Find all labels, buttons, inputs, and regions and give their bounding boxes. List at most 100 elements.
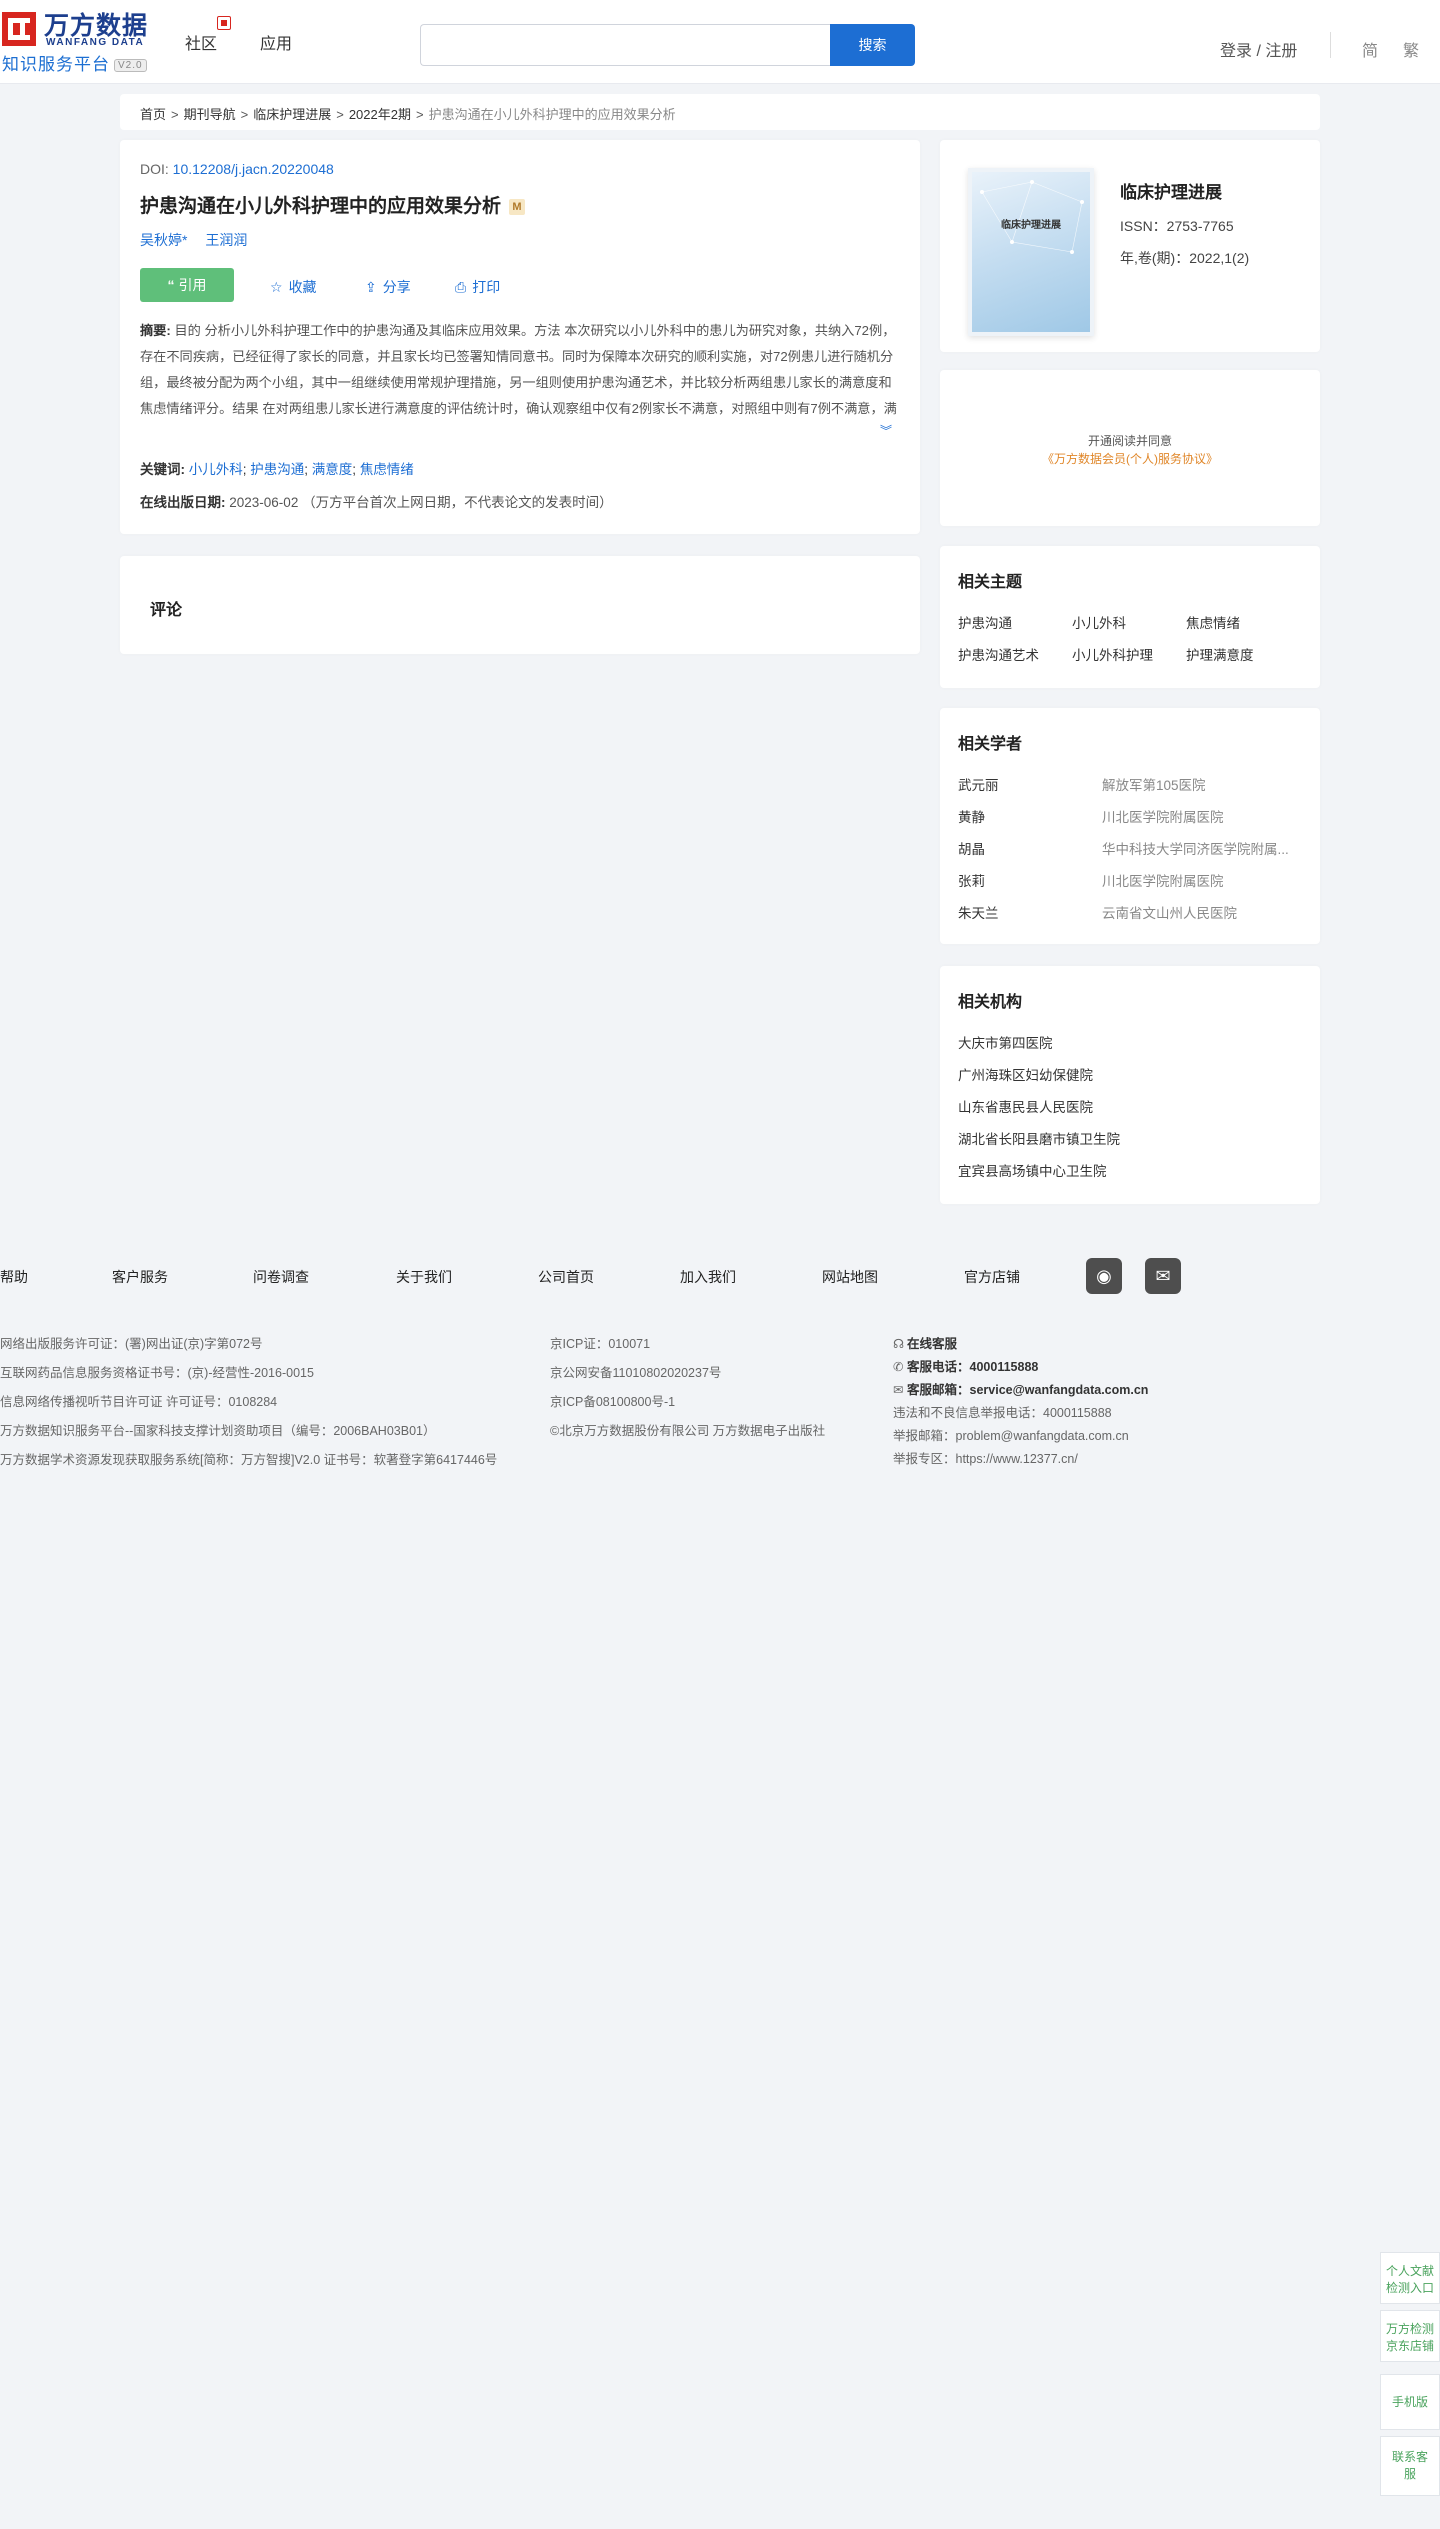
logo-subtitle: 知识服务平台 V2.0 xyxy=(2,50,147,75)
lang-simplified[interactable]: 简 xyxy=(1362,37,1378,61)
login-register-link[interactable]: 登录 / 注册 xyxy=(1220,37,1297,61)
version-badge: V2.0 xyxy=(114,59,147,73)
logo-en-text: WANFANG DATA xyxy=(46,37,145,48)
topic-link[interactable]: 焦虑情绪 xyxy=(1186,612,1240,632)
footer-customer-service[interactable]: 客户服务 xyxy=(112,1267,168,1287)
headset-icon: ☊ xyxy=(893,1337,905,1351)
org-link[interactable]: 湖北省长阳县磨市镇卫生院 xyxy=(958,1128,1120,1148)
keyword-link[interactable]: 满意度 xyxy=(312,462,353,477)
footer-help[interactable]: 帮助 xyxy=(0,1267,28,1287)
topic-link[interactable]: 护患沟通 xyxy=(958,612,1012,632)
comment-card: 评论 xyxy=(120,556,920,654)
journal-volume: 年,卷(期)：2022,1(2) xyxy=(1120,250,1250,266)
topic-link[interactable]: 小儿外科 xyxy=(1072,612,1126,632)
footer-license: 网络出版服务许可证：(署)网出证(京)字第072号 xyxy=(0,1337,263,1351)
print-button[interactable]: ⎙ 打印 xyxy=(455,277,500,297)
keyword-link[interactable]: 小儿外科 xyxy=(189,462,243,477)
float-mobile[interactable]: 手机版 xyxy=(1380,2374,1440,2430)
breadcrumb-journals[interactable]: 期刊导航 xyxy=(184,107,236,122)
online-service[interactable]: ☊ 在线客服 xyxy=(893,1333,957,1352)
logo-mark-icon xyxy=(2,12,36,46)
top-header: 万方数据 WANFANG DATA 知识服务平台 V2.0 社区 应用 搜索 登录… xyxy=(0,0,1440,84)
weibo-icon[interactable]: ◉ xyxy=(1086,1258,1122,1294)
footer-survey[interactable]: 问卷调查 xyxy=(253,1267,309,1287)
scholar-name[interactable]: 朱天兰 xyxy=(958,902,999,922)
scholar-name[interactable]: 武元丽 xyxy=(958,774,999,794)
keywords: 关键词: 小儿外科; 护患沟通; 满意度; 焦虑情绪 xyxy=(140,462,414,477)
scholar-name[interactable]: 黄静 xyxy=(958,806,985,826)
scholar-name[interactable]: 胡晶 xyxy=(958,838,985,858)
breadcrumb-current: 护患沟通在小儿外科护理中的应用效果分析 xyxy=(428,107,676,122)
keyword-link[interactable]: 焦虑情绪 xyxy=(360,462,414,477)
scholar-org: 华中科技大学同济医学院附属... xyxy=(1102,842,1289,857)
scholar-org: 云南省文山州人民医院 xyxy=(1102,906,1237,921)
service-email: ✉ 客服邮箱：service@wanfangdata.com.cn xyxy=(893,1383,1149,1397)
abstract-text: 目的 分析小儿外科护理工作中的护患沟通及其临床应用效果。方法 本次研究以小儿外科… xyxy=(140,323,897,416)
comment-title: 评论 xyxy=(150,602,183,619)
scholar-name[interactable]: 张莉 xyxy=(958,870,985,890)
header-divider xyxy=(1330,32,1331,58)
lang-traditional[interactable]: 繁 xyxy=(1403,37,1419,61)
related-scholars-card: 相关学者 武元丽 解放军第105医院 黄静 川北医学院附属医院 胡晶 华中科技大… xyxy=(940,708,1320,944)
m-badge-icon: M xyxy=(509,199,526,215)
journal-name[interactable]: 临床护理进展 xyxy=(1120,178,1222,203)
quote-icon: “ xyxy=(167,277,175,293)
float-plagiarism-check[interactable]: 个人文献检测入口 xyxy=(1380,2252,1440,2304)
service-phone: ✆ 客服电话：4000115888 xyxy=(893,1360,1039,1374)
footer-official-store[interactable]: 官方店铺 xyxy=(964,1267,1020,1287)
report-site[interactable]: 举报专区：https://www.12377.cn/ xyxy=(893,1448,1078,1467)
float-jd-store[interactable]: 万方检测京东店铺 xyxy=(1380,2310,1440,2362)
org-link[interactable]: 山东省惠民县人民医院 xyxy=(958,1096,1093,1116)
footer-license: 万方数据知识服务平台--国家科技支撑计划资助项目（编号：2006BAH03B01… xyxy=(0,1424,436,1438)
nav-apps[interactable]: 应用 xyxy=(260,30,292,54)
footer-company-home[interactable]: 公司首页 xyxy=(538,1267,594,1287)
float-contact-service[interactable]: 联系客服 xyxy=(1380,2436,1440,2496)
article-card: DOI: 10.12208/j.jacn.20220048 护患沟通在小儿外科护… xyxy=(120,140,920,534)
footer-icp: 京ICP证：010071 xyxy=(550,1337,651,1351)
related-orgs-title: 相关机构 xyxy=(958,994,1023,1011)
report-email: 举报邮箱：problem@wanfangdata.com.cn xyxy=(893,1429,1129,1443)
author-link[interactable]: 王润润 xyxy=(205,232,247,248)
keyword-link[interactable]: 护患沟通 xyxy=(250,462,304,477)
doi-link[interactable]: 10.12208/j.jacn.20220048 xyxy=(173,161,334,177)
article-title: 护患沟通在小儿外科护理中的应用效果分析 M xyxy=(140,191,526,218)
breadcrumb-journal[interactable]: 临床护理进展 xyxy=(253,107,331,122)
abstract: 摘要: 目的 分析小儿外科护理工作中的护患沟通及其临床应用效果。方法 本次研究以… xyxy=(140,318,900,422)
breadcrumb: 首页 > 期刊导航 > 临床护理进展 >2022年2期 > 护患沟通在小儿外科护理中的应用效果… xyxy=(120,94,1320,130)
journal-cover[interactable]: 临床护理进展 xyxy=(968,168,1094,336)
wechat-icon[interactable]: ✉ xyxy=(1145,1258,1181,1294)
search-button[interactable]: 搜索 xyxy=(830,24,915,66)
cover-network-icon xyxy=(980,180,1084,254)
footer-icp: 京公网安备11010802020237号 xyxy=(550,1366,722,1380)
footer-join-us[interactable]: 加入我们 xyxy=(680,1267,736,1287)
org-link[interactable]: 大庆市第四医院 xyxy=(958,1032,1053,1052)
footer-license: 信息网络传播视听节目许可证 许可证号：0108284 xyxy=(0,1395,278,1409)
wanfang-logo[interactable]: 万方数据 WANFANG DATA 知识服务平台 V2.0 xyxy=(0,6,160,75)
cite-button[interactable]: “引用 xyxy=(140,268,234,302)
topic-link[interactable]: 护患沟通艺术 xyxy=(958,644,1039,664)
org-link[interactable]: 广州海珠区妇幼保健院 xyxy=(958,1064,1093,1084)
expand-abstract-icon[interactable]: ︾ xyxy=(880,422,892,439)
org-link[interactable]: 宜宾县高场镇中心卫生院 xyxy=(958,1160,1107,1180)
report-phone: 违法和不良信息举报电话：4000115888 xyxy=(893,1406,1112,1420)
search-input[interactable] xyxy=(420,24,830,66)
footer-sitemap[interactable]: 网站地图 xyxy=(822,1267,878,1287)
favorite-button[interactable]: ☆ 收藏 xyxy=(270,277,317,297)
phone-icon: ✆ xyxy=(893,1360,904,1374)
footer-copyright: ©北京万方数据股份有限公司 万方数据电子出版社 xyxy=(550,1424,826,1438)
journal-card: 临床护理进展 临床护理进展 ISSN：2753-7765 年,卷(期)：2022… xyxy=(940,140,1320,352)
topic-link[interactable]: 护理满意度 xyxy=(1186,644,1254,664)
author-link[interactable]: 吴秋婷* xyxy=(140,232,187,248)
share-button[interactable]: ⇪ 分享 xyxy=(365,277,411,297)
breadcrumb-issue[interactable]: 2022年2期 xyxy=(349,107,411,122)
breadcrumb-home[interactable]: 首页 xyxy=(140,107,166,122)
nav-community[interactable]: 社区 xyxy=(185,30,217,54)
journal-issn: ISSN：2753-7765 xyxy=(1120,218,1234,234)
access-text: 开通阅读并同意 《万方数据会员(个人)服务协议》 xyxy=(1042,434,1218,466)
related-topics-title: 相关主题 xyxy=(958,574,1023,591)
footer-about[interactable]: 关于我们 xyxy=(396,1267,452,1287)
service-agreement-link[interactable]: 《万方数据会员(个人)服务协议》 xyxy=(1042,452,1218,466)
related-orgs-card: 相关机构 大庆市第四医院 广州海珠区妇幼保健院 山东省惠民县人民医院 湖北省长阳… xyxy=(940,966,1320,1204)
topic-link[interactable]: 小儿外科护理 xyxy=(1072,644,1153,664)
footer-license: 互联网药品信息服务资格证书号：(京)-经营性-2016-0015 xyxy=(0,1366,314,1380)
